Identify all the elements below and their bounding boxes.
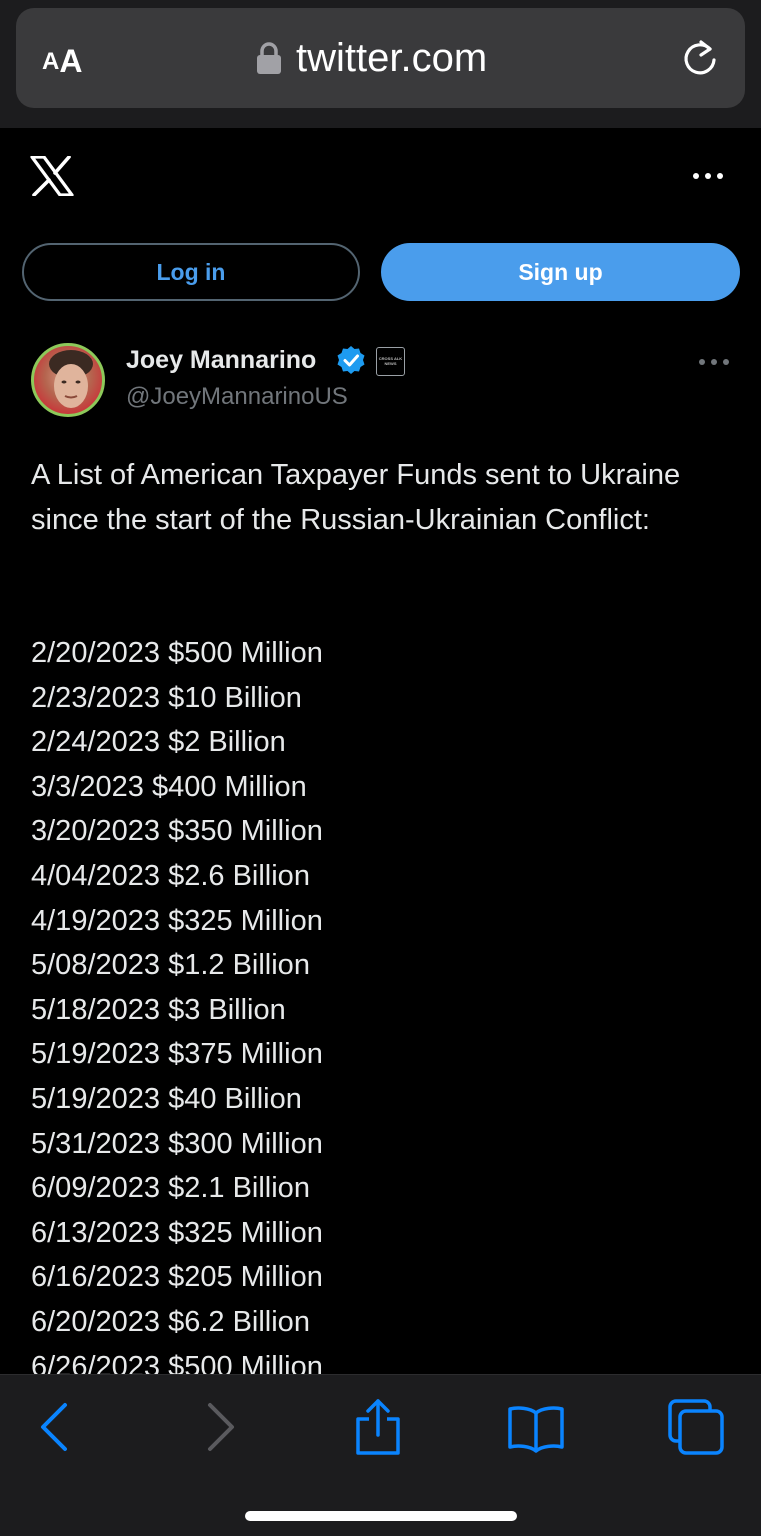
signup-button[interactable]: Sign up — [381, 243, 740, 301]
author-handle[interactable]: @JoeyMannarinoUS — [126, 382, 348, 412]
fund-line: 6/16/2023 $205 Million — [31, 1261, 323, 1294]
fund-line: 3/20/2023 $350 Million — [31, 815, 323, 848]
fund-line: 2/24/2023 $2 Billion — [31, 726, 286, 759]
fund-line: 5/31/2023 $300 Million — [31, 1127, 323, 1160]
fund-line: 6/13/2023 $325 Million — [31, 1216, 323, 1249]
avatar-face-icon — [49, 350, 93, 408]
address-bar[interactable]: A A twitter.com — [16, 8, 745, 108]
back-icon[interactable] — [25, 1397, 85, 1457]
tabs-icon[interactable] — [666, 1397, 726, 1457]
share-icon[interactable] — [348, 1397, 408, 1457]
login-button[interactable]: Log in — [22, 243, 360, 301]
funds-list: 2/20/2023 $500 Million 2/23/2023 $10 Bil… — [31, 631, 731, 1389]
browser-bottom-toolbar — [0, 1374, 761, 1536]
fund-line: 6/09/2023 $2.1 Billion — [31, 1172, 310, 1205]
affiliate-badge-text: CROSS ALK NEWS — [378, 356, 403, 366]
more-icon[interactable] — [690, 166, 726, 186]
author-name[interactable]: Joey Mannarino — [126, 345, 316, 375]
url-text: twitter.com — [296, 36, 488, 80]
fund-line: 4/04/2023 $2.6 Billion — [31, 859, 310, 892]
fund-line: 3/3/2023 $400 Million — [31, 770, 307, 803]
page: A A twitter.com Log in Sign up Joey Mann… — [0, 0, 761, 1536]
verified-badge-icon — [337, 346, 365, 374]
browser-top-chrome: A A twitter.com — [0, 0, 761, 128]
fund-line: 2/23/2023 $10 Billion — [31, 681, 302, 714]
x-logo-icon[interactable] — [30, 156, 74, 196]
fund-line: 5/08/2023 $1.2 Billion — [31, 949, 310, 982]
url-display[interactable]: twitter.com — [256, 36, 487, 80]
bookmarks-icon[interactable] — [506, 1397, 566, 1457]
forward-icon[interactable] — [190, 1397, 250, 1457]
affiliate-badge[interactable]: CROSS ALK NEWS — [376, 347, 405, 376]
lock-icon — [257, 42, 281, 74]
reload-icon[interactable] — [681, 36, 721, 80]
fund-line: 5/18/2023 $3 Billion — [31, 993, 286, 1026]
signup-button-label: Sign up — [518, 258, 603, 285]
text-size-small-label: A — [42, 48, 60, 75]
tweet-intro-text: A List of American Taxpayer Funds sent t… — [31, 459, 681, 536]
fund-line: 5/19/2023 $375 Million — [31, 1038, 323, 1071]
fund-line: 4/19/2023 $325 Million — [31, 904, 323, 937]
home-indicator[interactable] — [245, 1511, 517, 1521]
avatar[interactable] — [31, 343, 105, 417]
text-size-button[interactable]: A A — [42, 38, 102, 78]
text-size-large-label: A — [59, 43, 83, 79]
fund-line: 5/19/2023 $40 Billion — [31, 1082, 302, 1115]
fund-line: 2/20/2023 $500 Million — [31, 637, 323, 669]
login-button-label: Log in — [156, 258, 226, 285]
tweet-more-icon[interactable] — [696, 352, 732, 372]
fund-line: 6/20/2023 $6.2 Billion — [31, 1305, 310, 1338]
